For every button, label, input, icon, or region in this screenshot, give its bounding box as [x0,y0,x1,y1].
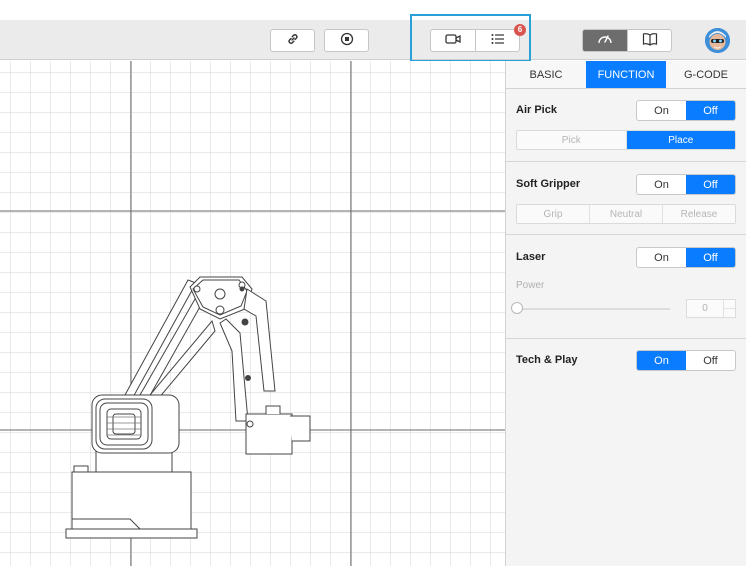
panel-tabs: BASIC FUNCTION G-CODE [506,61,746,89]
laser-title: Laser [516,251,546,263]
notification-badge: 6 [514,24,526,36]
increment-arrow[interactable] [724,300,735,308]
grip-option[interactable]: Grip [517,205,589,223]
tech-play-on-option[interactable]: On [637,351,686,370]
connect-button[interactable] [270,29,315,52]
laser-section: Laser On Off Power 0 [506,235,746,339]
gripper-mode-selector: Grip Neutral Release [516,204,736,224]
tab-basic[interactable]: BASIC [506,61,586,88]
power-slider-handle[interactable] [511,302,523,314]
air-pick-on-option[interactable]: On [637,101,686,120]
power-value: 0 [702,303,708,314]
neutral-option[interactable]: Neutral [589,205,662,223]
soft-gripper-off-option[interactable]: Off [686,175,735,194]
title-strip [0,0,746,20]
power-input[interactable]: 0 [686,299,736,318]
record-stop-icon [340,32,354,49]
tab-gcode[interactable]: G-CODE [666,61,746,88]
function-panel: BASIC FUNCTION G-CODE Air Pick On Off Pi… [505,61,746,566]
release-option[interactable]: Release [662,205,735,223]
air-pick-title: Air Pick [516,104,557,116]
laser-off-option[interactable]: Off [686,248,735,267]
highlight-box [410,14,531,62]
grid-and-robot [0,61,505,566]
tab-function[interactable]: FUNCTION [586,61,666,88]
air-pick-off-option[interactable]: Off [686,101,735,120]
air-pick-section: Air Pick On Off Pick Place [506,89,746,162]
decrement-arrow[interactable] [724,308,735,317]
pick-option[interactable]: Pick [517,131,626,149]
stop-button[interactable] [324,29,369,52]
soft-gripper-on-option[interactable]: On [637,175,686,194]
manual-button[interactable] [627,30,671,51]
tech-play-off-option[interactable]: Off [686,351,735,370]
power-stepper[interactable] [723,300,735,317]
tech-play-section: Tech & Play On Off [506,339,746,389]
power-label: Power [516,280,545,291]
mode-toggle-group [582,29,672,52]
speedometer-icon [597,32,613,49]
soft-gripper-section: Soft Gripper On Off Grip Neutral Release [506,162,746,235]
laser-on-option[interactable]: On [637,248,686,267]
speed-mode-button[interactable] [583,30,627,51]
book-icon [642,32,658,49]
tech-play-toggle: On Off [636,350,736,371]
link-icon [286,32,300,49]
soft-gripper-toggle: On Off [636,174,736,195]
top-toolbar [0,20,746,60]
laser-toggle: On Off [636,247,736,268]
power-slider-track[interactable] [520,308,670,310]
air-pick-toggle: On Off [636,100,736,121]
air-pick-mode-selector: Pick Place [516,130,736,150]
soft-gripper-title: Soft Gripper [516,178,581,190]
workspace-canvas[interactable] [0,61,505,566]
place-option[interactable]: Place [625,131,735,149]
tech-play-title: Tech & Play [516,354,578,366]
avatar[interactable] [705,28,730,53]
